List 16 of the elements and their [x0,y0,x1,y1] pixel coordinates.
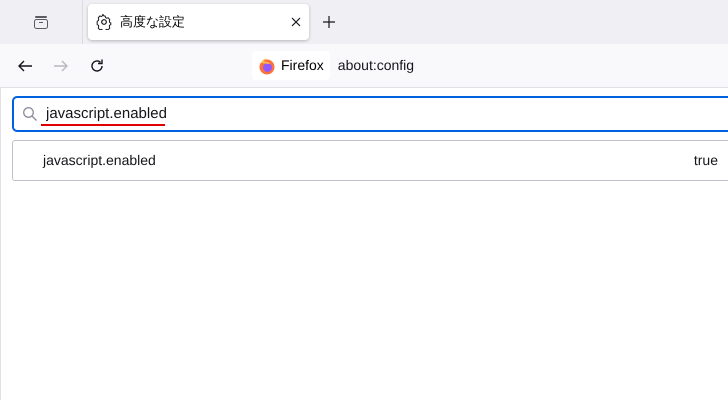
address-url[interactable]: about:config [338,55,414,76]
close-tab-icon[interactable] [291,17,301,27]
preference-value: true [694,151,718,170]
search-field[interactable]: javascript.enabled [46,102,245,126]
identity-button[interactable]: Firefox [252,51,330,80]
preference-name: javascript.enabled [43,151,157,170]
tab-title: 高度な設定 [120,13,186,32]
tab-overview-icon[interactable] [33,14,49,30]
reload-icon [89,58,105,74]
new-tab-icon[interactable] [323,16,335,28]
search-icon [22,106,38,122]
settings-icon [96,14,112,30]
browser-logo-icon [258,56,276,74]
browser-tab[interactable]: 高度な設定 [88,4,309,40]
back-icon [17,58,33,74]
forward-icon [53,58,69,74]
